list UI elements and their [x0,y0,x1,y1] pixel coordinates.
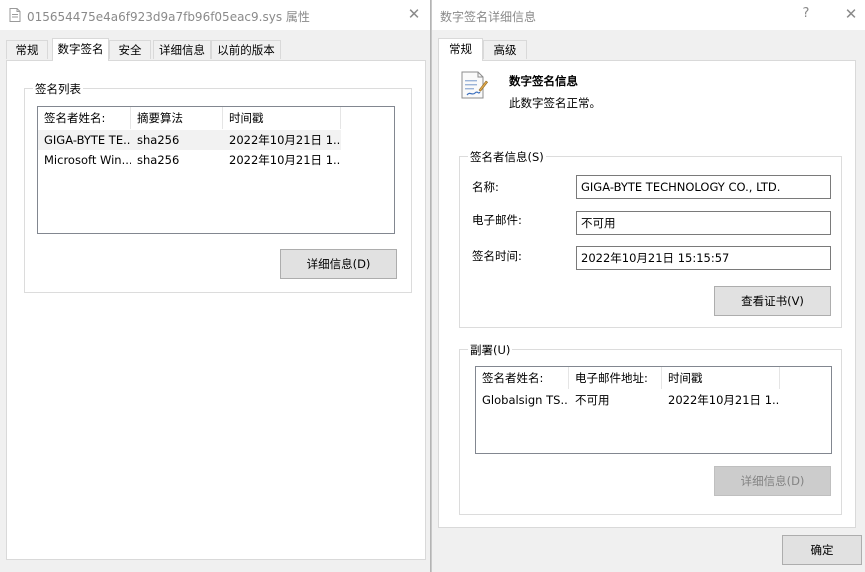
signed-document-icon [459,70,489,100]
tab-panel: 签名列表 签名者姓名: 摘要算法 时间戳 GIGA-BYTE TE... sha… [6,60,426,560]
signature-details-window: 数字签名详细信息 ? ✕ 常规 高级 数字签名信息 此数字签名正常。 签名者信息… [431,0,865,572]
ok-button[interactable]: 确定 [782,535,862,565]
details-button[interactable]: 详细信息(D) [280,249,397,279]
name-field[interactable]: GIGA-BYTE TECHNOLOGY CO., LTD. [576,175,831,199]
help-icon[interactable]: ? [798,6,814,22]
digest-algorithm: sha256 [137,153,180,167]
countersignature-list[interactable]: 签名者姓名: 电子邮件地址: 时间戳 Globalsign TS... 不可用 … [475,366,832,454]
tab-security[interactable]: 安全 [109,40,151,59]
column-header-signer[interactable]: 签名者姓名: [38,107,131,129]
timestamp: 2022年10月21日 1... [229,133,341,147]
name-label: 名称: [472,180,499,194]
list-item[interactable]: Microsoft Win... sha256 2022年10月21日 1... [38,150,341,170]
email-field[interactable]: 不可用 [576,211,831,235]
signer-info-group: 签名者信息(S) 名称: GIGA-BYTE TECHNOLOGY CO., L… [459,149,842,328]
signer-name: GIGA-BYTE TE... [44,133,131,147]
email-address: 不可用 [575,393,610,407]
digest-algorithm: sha256 [137,133,180,147]
column-header-timestamp[interactable]: 时间戳 [662,367,780,389]
email-label: 电子邮件: [472,213,522,227]
window-title: 数字签名详细信息 [440,10,537,24]
info-heading: 数字签名信息 [509,74,578,88]
list-item[interactable]: GIGA-BYTE TE... sha256 2022年10月21日 1... [38,130,341,150]
tab-panel: 数字签名信息 此数字签名正常。 签名者信息(S) 名称: GIGA-BYTE T… [438,60,856,528]
tab-general[interactable]: 常规 [6,40,48,59]
signer-name: Globalsign TS... [482,393,569,407]
list-header: 签名者姓名: 电子邮件地址: 时间戳 [476,367,831,389]
tab-strip: 常规 数字签名 安全 详细信息 以前的版本 [6,38,426,61]
countersignature-title: 副署(U) [468,342,513,358]
window-title: 015654475e4a6f923d9a7fb96f05eac9.sys 属性 [27,10,310,24]
tab-advanced[interactable]: 高级 [483,40,527,59]
tab-previous-versions[interactable]: 以前的版本 [211,40,281,59]
signature-details-titlebar[interactable]: 数字签名详细信息 ? ✕ [432,0,865,30]
properties-window: 015654475e4a6f923d9a7fb96f05eac9.sys 属性 … [0,0,431,572]
column-header-timestamp[interactable]: 时间戳 [223,107,341,129]
signer-info-title: 签名者信息(S) [468,149,546,165]
countersignature-group: 副署(U) 签名者姓名: 电子邮件地址: 时间戳 Globalsign TS..… [459,342,842,515]
signature-list[interactable]: 签名者姓名: 摘要算法 时间戳 GIGA-BYTE TE... sha256 2… [37,106,395,234]
countersignature-details-button[interactable]: 详细信息(D) [714,466,831,496]
signer-name: Microsoft Win... [44,153,131,167]
list-item[interactable]: Globalsign TS... 不可用 2022年10月21日 1... [476,390,780,410]
info-status: 此数字签名正常。 [509,96,601,110]
signing-time-label: 签名时间: [472,249,522,263]
timestamp: 2022年10月21日 1... [668,393,780,407]
column-header-algorithm[interactable]: 摘要算法 [131,107,223,129]
view-certificate-button[interactable]: 查看证书(V) [714,286,831,316]
close-icon[interactable]: ✕ [406,6,422,22]
properties-titlebar[interactable]: 015654475e4a6f923d9a7fb96f05eac9.sys 属性 … [0,0,430,30]
tab-strip: 常规 高级 [438,38,858,61]
signing-time-field[interactable]: 2022年10月21日 15:15:57 [576,246,831,270]
file-properties-icon [9,8,21,22]
column-header-signer[interactable]: 签名者姓名: [476,367,569,389]
close-icon[interactable]: ✕ [843,6,859,22]
list-header: 签名者姓名: 摘要算法 时间戳 [38,107,394,129]
signature-list-title: 签名列表 [33,81,83,97]
timestamp: 2022年10月21日 1... [229,153,341,167]
tab-general[interactable]: 常规 [438,38,483,61]
column-header-email[interactable]: 电子邮件地址: [569,367,662,389]
signature-list-group: 签名列表 签名者姓名: 摘要算法 时间戳 GIGA-BYTE TE... sha… [24,81,412,293]
tab-details[interactable]: 详细信息 [153,40,211,59]
tab-digital-signatures[interactable]: 数字签名 [52,38,109,61]
